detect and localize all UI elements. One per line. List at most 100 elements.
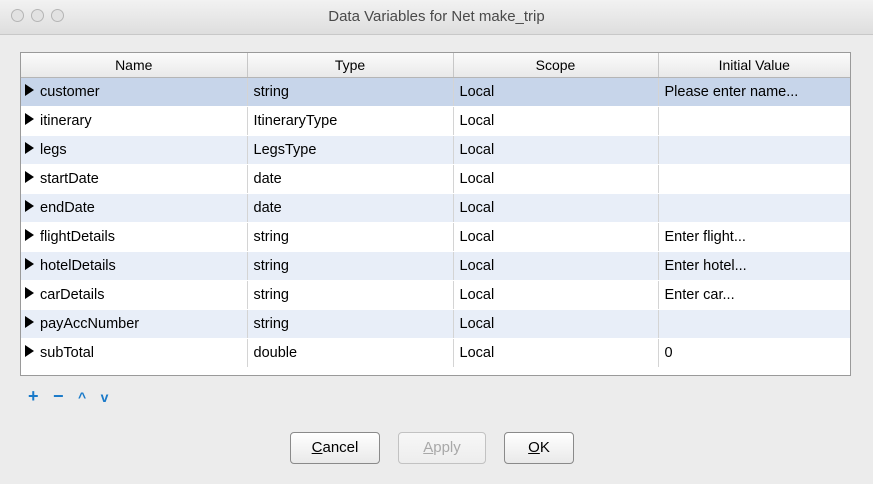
apply-button[interactable]: Apply [398, 432, 486, 464]
table-row[interactable]: customer string Local Please enter name... [21, 77, 850, 107]
column-header-scope[interactable]: Scope [453, 53, 659, 78]
cell-name[interactable]: startDate [21, 164, 248, 194]
ok-mnemonic: O [528, 439, 540, 456]
cell-initial[interactable] [658, 164, 850, 194]
cell-scope[interactable]: Local [453, 222, 659, 252]
cell-name[interactable]: legs [21, 135, 248, 165]
cell-scope[interactable]: Local [453, 106, 659, 136]
cell-scope-text: Local [459, 171, 495, 187]
cancel-button[interactable]: Cancel [290, 432, 380, 464]
cell-type[interactable]: date [247, 164, 454, 194]
cell-initial[interactable] [658, 309, 850, 339]
cell-type-text: string [253, 229, 289, 245]
table-header-row: Name Type Scope Initial Value [21, 53, 850, 78]
cell-initial[interactable]: Enter flight... [658, 222, 850, 252]
cell-type[interactable]: string [247, 251, 454, 281]
table-row[interactable]: subTotal double Local 0 [21, 338, 850, 368]
cell-scope[interactable]: Local [453, 338, 659, 368]
apply-mnemonic: A [423, 439, 434, 456]
expand-row-icon[interactable] [25, 200, 34, 213]
column-header-name[interactable]: Name [21, 53, 248, 78]
cell-name-text: hotelDetails [40, 258, 116, 274]
cell-initial-text: Enter flight... [664, 229, 746, 245]
table-row[interactable]: payAccNumber string Local [21, 309, 850, 339]
window-title: Data Variables for Net make_trip [328, 8, 545, 25]
cell-scope[interactable]: Local [453, 135, 659, 165]
cell-name[interactable]: subTotal [21, 338, 248, 368]
cell-scope-text: Local [459, 287, 495, 303]
table-row[interactable]: hotelDetails string Local Enter hotel... [21, 251, 850, 281]
add-row-icon[interactable]: + [28, 386, 39, 406]
cell-name[interactable]: itinerary [21, 106, 248, 136]
cell-type[interactable]: ItineraryType [247, 106, 454, 136]
table-row[interactable]: legs LegsType Local [21, 135, 850, 165]
move-up-icon[interactable]: ^ [78, 387, 86, 407]
cell-name-text: subTotal [40, 345, 95, 361]
column-header-initial-value[interactable]: Initial Value [658, 53, 850, 78]
cell-name[interactable]: carDetails [21, 280, 248, 310]
cell-initial-text: Enter car... [664, 287, 735, 303]
cell-name[interactable]: endDate [21, 193, 248, 223]
cell-type[interactable]: date [247, 193, 454, 223]
cell-name-text: endDate [40, 200, 95, 216]
column-header-type[interactable]: Type [247, 53, 454, 78]
cell-name[interactable]: customer [21, 77, 248, 107]
table-row[interactable]: carDetails string Local Enter car... [21, 280, 850, 310]
table-row[interactable]: itinerary ItineraryType Local [21, 106, 850, 136]
cell-initial[interactable]: 0 [658, 338, 850, 368]
cell-scope-text: Local [459, 258, 495, 274]
cell-type-text: string [253, 84, 289, 100]
cell-initial[interactable]: Enter car... [658, 280, 850, 310]
cancel-label-rest: ancel [322, 439, 359, 456]
expand-row-icon[interactable] [25, 113, 34, 126]
expand-row-icon[interactable] [25, 258, 34, 271]
table-row[interactable]: endDate date Local [21, 193, 850, 223]
cell-type-text: date [253, 171, 282, 187]
row-toolbar: + − ^ v [28, 386, 118, 406]
table-row[interactable]: startDate date Local [21, 164, 850, 194]
cell-type[interactable]: LegsType [247, 135, 454, 165]
cell-name[interactable]: hotelDetails [21, 251, 248, 281]
cell-name-text: legs [40, 142, 67, 158]
expand-row-icon[interactable] [25, 229, 34, 242]
ok-button[interactable]: OK [504, 432, 574, 464]
expand-row-icon[interactable] [25, 84, 34, 97]
expand-row-icon[interactable] [25, 345, 34, 358]
cell-initial-text: Enter hotel... [664, 258, 747, 274]
cell-initial[interactable]: Please enter name... [658, 77, 850, 107]
cell-scope[interactable]: Local [453, 164, 659, 194]
cell-initial[interactable] [658, 193, 850, 223]
cell-scope-text: Local [459, 113, 495, 129]
cell-scope[interactable]: Local [453, 280, 659, 310]
cell-name-text: payAccNumber [40, 316, 140, 332]
cell-type[interactable]: double [247, 338, 454, 368]
cell-name-text: customer [40, 84, 100, 100]
cell-scope[interactable]: Local [453, 309, 659, 339]
expand-row-icon[interactable] [25, 316, 34, 329]
expand-row-icon[interactable] [25, 142, 34, 155]
cell-scope[interactable]: Local [453, 251, 659, 281]
cell-name[interactable]: payAccNumber [21, 309, 248, 339]
remove-row-icon[interactable]: − [53, 386, 64, 406]
cell-initial-text: 0 [664, 345, 673, 361]
cell-name-text: startDate [40, 171, 99, 187]
cell-initial[interactable]: Enter hotel... [658, 251, 850, 281]
cell-initial[interactable] [658, 135, 850, 165]
cell-type[interactable]: string [247, 77, 454, 107]
cell-name[interactable]: flightDetails [21, 222, 248, 252]
expand-row-icon[interactable] [25, 171, 34, 184]
cell-type[interactable]: string [247, 222, 454, 252]
cancel-mnemonic: C [311, 439, 323, 456]
table-row[interactable]: flightDetails string Local Enter flight... [21, 222, 850, 252]
cell-type[interactable]: string [247, 280, 454, 310]
cell-initial[interactable] [658, 106, 850, 136]
cell-scope[interactable]: Local [453, 77, 659, 107]
expand-row-icon[interactable] [25, 287, 34, 300]
move-down-icon[interactable]: v [101, 387, 109, 407]
cell-type[interactable]: string [247, 309, 454, 339]
cell-scope[interactable]: Local [453, 193, 659, 223]
cell-type-text: LegsType [253, 142, 317, 158]
cell-type-text: string [253, 316, 289, 332]
apply-label-rest: pply [433, 439, 461, 456]
cell-scope-text: Local [459, 229, 495, 245]
